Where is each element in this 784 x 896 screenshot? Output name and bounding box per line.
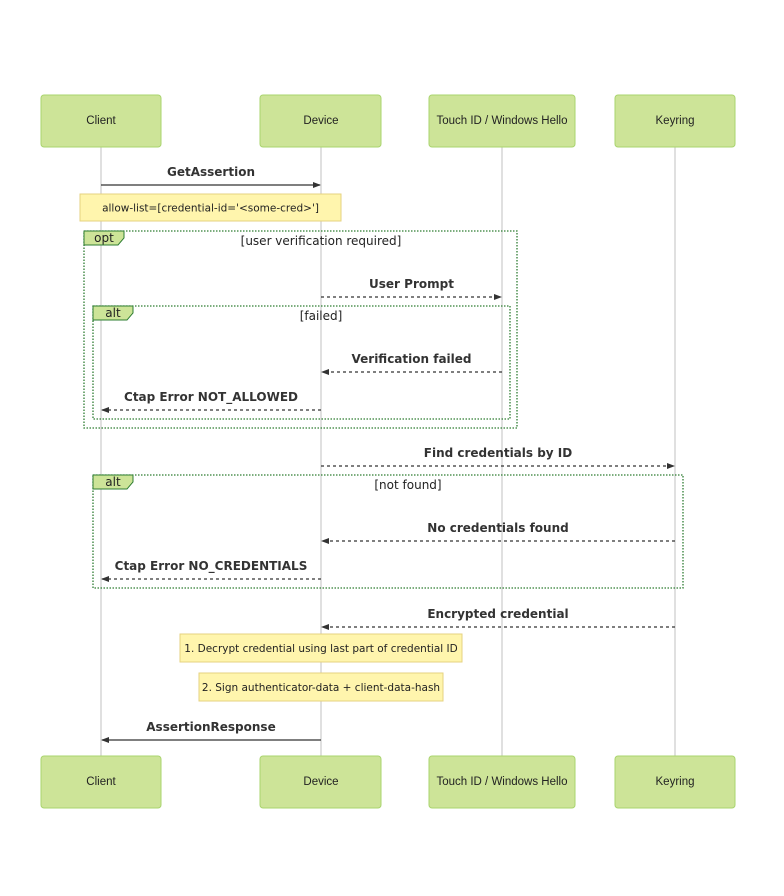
actor-label: Device xyxy=(303,115,338,127)
message-label: Ctap Error NO_CREDENTIALS xyxy=(115,559,308,574)
message-label: Encrypted credential xyxy=(427,607,568,621)
message-label: Verification failed xyxy=(352,352,472,366)
actor-keyring-top[interactable]: Keyring xyxy=(614,94,736,148)
message-label: No credentials found xyxy=(427,521,568,535)
note-text: allow-list=[credential-id='<some-cred>'] xyxy=(102,203,319,215)
frame-kind: opt xyxy=(94,231,114,245)
actor-label: Device xyxy=(303,776,338,788)
actor-device-bottom[interactable]: Device xyxy=(259,755,382,809)
message: User Prompt xyxy=(321,277,502,300)
message-label: AssertionResponse xyxy=(146,720,275,734)
sequence-diagram: opt [user verification required] alt [faile… xyxy=(40,94,736,809)
message-label: Find credentials by ID xyxy=(424,446,572,460)
note: 2. Sign authenticator-data + client-data… xyxy=(198,672,444,702)
frame-condition: [failed] xyxy=(300,309,343,323)
message: Ctap Error NO_CREDENTIALS xyxy=(101,559,321,582)
message-label: User Prompt xyxy=(369,277,454,291)
actor-client-top[interactable]: Client xyxy=(40,94,162,148)
actor-label: Keyring xyxy=(656,115,695,127)
message-label: Ctap Error NOT_ALLOWED xyxy=(124,390,298,405)
actor-label: Client xyxy=(86,115,116,127)
actor-client-bottom[interactable]: Client xyxy=(40,755,162,809)
actor-touch-bottom[interactable]: Touch ID / Windows Hello xyxy=(428,755,576,809)
message: Find credentials by ID xyxy=(321,446,675,469)
message: GetAssertion xyxy=(101,165,321,188)
note: 1. Decrypt credential using last part of… xyxy=(179,633,463,663)
frame-condition: [user verification required] xyxy=(241,234,402,248)
note-text: 2. Sign authenticator-data + client-data… xyxy=(202,682,440,694)
note: allow-list=[credential-id='<some-cred>'] xyxy=(79,193,342,222)
actor-label: Keyring xyxy=(656,776,695,788)
frame-kind: alt xyxy=(105,306,121,320)
actor-label: Touch ID / Windows Hello xyxy=(436,115,567,127)
actor-label: Client xyxy=(86,776,116,788)
message: Ctap Error NOT_ALLOWED xyxy=(101,390,321,413)
message: Verification failed xyxy=(321,352,502,375)
frame-kind: alt xyxy=(105,475,121,489)
message: Encrypted credential xyxy=(321,607,675,630)
actor-device-top[interactable]: Device xyxy=(259,94,382,148)
message-label: GetAssertion xyxy=(167,165,255,179)
message: AssertionResponse xyxy=(101,720,321,743)
frame-condition: [not found] xyxy=(374,478,441,492)
message: No credentials found xyxy=(321,521,675,544)
actor-label: Touch ID / Windows Hello xyxy=(436,776,567,788)
note-text: 1. Decrypt credential using last part of… xyxy=(184,643,457,655)
actor-keyring-bottom[interactable]: Keyring xyxy=(614,755,736,809)
actor-touch-top[interactable]: Touch ID / Windows Hello xyxy=(428,94,576,148)
